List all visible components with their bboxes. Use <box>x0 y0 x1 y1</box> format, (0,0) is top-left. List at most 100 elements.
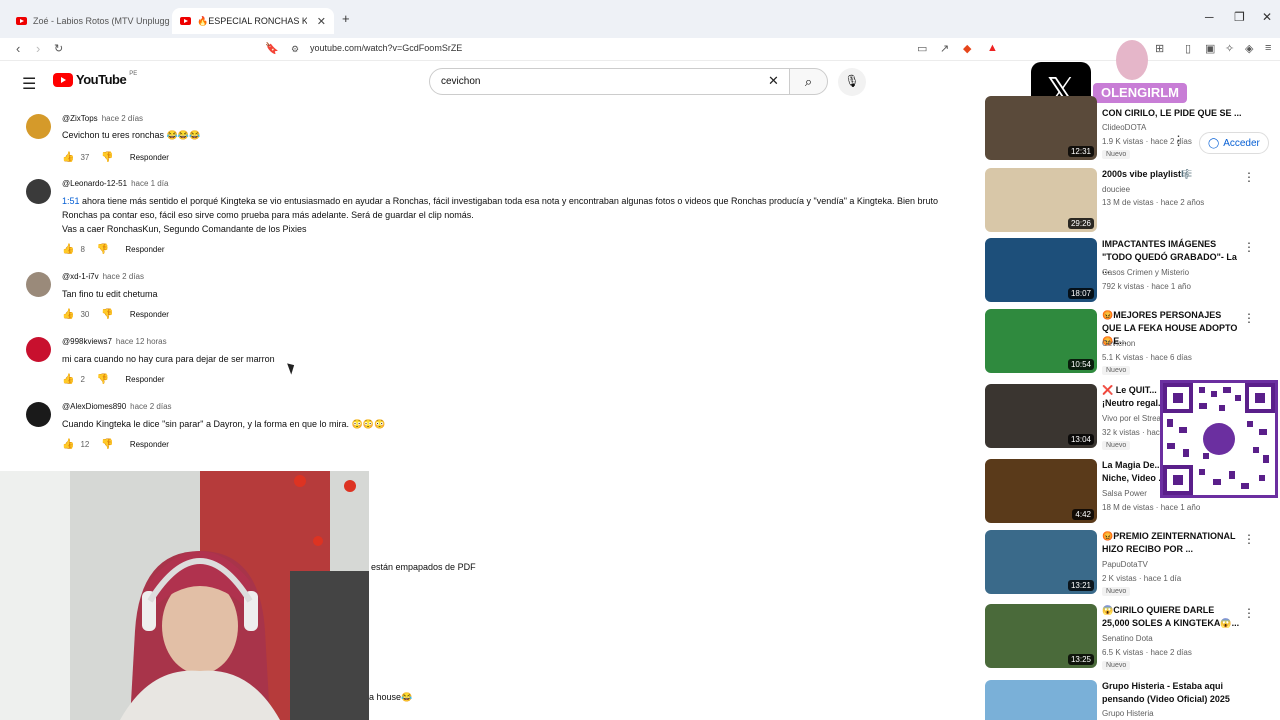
video-thumbnail[interactable]: 13:21 <box>985 530 1097 594</box>
comment-time[interactable]: hace 2 días <box>103 272 144 281</box>
comment-author[interactable]: @AlexDiomes890 <box>62 402 126 411</box>
avatar[interactable] <box>26 114 51 139</box>
video-thumbnail[interactable]: 29:26 <box>985 168 1097 232</box>
recommended-video[interactable]: 12:31 CON CIRILO, LE PIDE QUE SE ... Cli… <box>985 96 1265 162</box>
video-thumbnail[interactable]: 4:42 <box>985 459 1097 523</box>
restore-button[interactable]: ❐ <box>1234 10 1245 24</box>
like-count: 2 <box>80 375 85 384</box>
wallet-icon[interactable]: ▣ <box>1205 42 1215 55</box>
hamburger-menu-icon[interactable]: ☰ <box>22 74 36 94</box>
reply-button[interactable]: Responder <box>125 245 164 254</box>
video-channel[interactable]: ClideoDOTA <box>1102 123 1146 132</box>
reply-button[interactable]: Responder <box>125 375 164 384</box>
video-thumbnail[interactable]: 18:07 <box>985 238 1097 302</box>
video-channel[interactable]: Cevichon <box>1102 339 1135 348</box>
recommended-video[interactable]: 29:26 2000s vibe playlist🎼 douciee 13 M … <box>985 168 1265 234</box>
extensions-icon[interactable]: ⊞ <box>1155 42 1164 55</box>
more-actions-icon[interactable]: ⋮ <box>1243 311 1255 325</box>
dislike-icon[interactable]: 👎 <box>97 374 109 385</box>
recommended-video[interactable]: 10:54 😡MEJORES PERSONAJES QUE LA FEKA HO… <box>985 309 1265 375</box>
video-title[interactable]: 2000s vibe playlist🎼 <box>1102 168 1242 181</box>
new-tab-button[interactable]: + <box>342 11 350 26</box>
menu-icon[interactable]: ≡ <box>1265 42 1271 54</box>
search-button[interactable]: ⌕ <box>789 68 828 95</box>
video-thumbnail[interactable]: 10:54 <box>985 309 1097 373</box>
reply-button[interactable]: Responder <box>130 440 169 449</box>
video-title[interactable]: CON CIRILO, LE PIDE QUE SE ... <box>1102 107 1242 120</box>
comment-author[interactable]: @998kviews7 <box>62 337 112 346</box>
tab-labios-rotos[interactable]: Zoé - Labios Rotos (MTV Unplugged) <box>8 8 170 34</box>
tab-especial-ronchas[interactable]: 🔥ESPECIAL RONCHAS KUN🔥 ✕ <box>172 8 334 34</box>
video-channel[interactable]: Salsa Power <box>1102 489 1147 498</box>
dislike-icon[interactable]: 👎 <box>97 244 109 255</box>
dislike-icon[interactable]: 👎 <box>101 152 113 163</box>
back-icon[interactable]: ‹ <box>16 41 20 56</box>
bookmark-icon[interactable]: 🔖 <box>265 42 279 55</box>
comment-author[interactable]: @ZixTops <box>62 114 98 123</box>
video-title[interactable]: 😡PREMIO ZEINTERNATIONAL HIZO RECIBO POR … <box>1102 530 1242 556</box>
comment-time[interactable]: hace 12 horas <box>116 337 167 346</box>
timestamp-link[interactable]: 1:51 <box>62 196 80 206</box>
video-thumbnail[interactable]: 13:04 <box>985 384 1097 448</box>
comment-text: Tan fino tu edit chetuma <box>62 289 158 299</box>
like-icon[interactable]: 👍 <box>62 152 74 163</box>
forward-icon[interactable]: › <box>36 41 40 56</box>
video-channel[interactable]: douciee <box>1102 185 1130 194</box>
avatar[interactable] <box>26 272 51 297</box>
video-channel[interactable]: PapuDotaTV <box>1102 560 1148 569</box>
like-icon[interactable]: 👍 <box>62 374 74 385</box>
voice-search-button[interactable]: 🎙 <box>838 68 866 96</box>
leo-ai-icon[interactable]: ✧ <box>1225 42 1234 55</box>
comment-time[interactable]: hace 2 días <box>130 402 171 411</box>
close-window-button[interactable]: ✕ <box>1262 10 1272 24</box>
site-settings-icon[interactable]: ⚙ <box>291 44 299 55</box>
comment-author[interactable]: @Leonardo-12-51 <box>62 179 127 188</box>
new-badge: Nuevo <box>1102 441 1131 450</box>
minimize-button[interactable]: ─ <box>1205 10 1214 24</box>
dislike-icon[interactable]: 👎 <box>101 309 113 320</box>
reply-button[interactable]: Responder <box>130 310 169 319</box>
recommended-video[interactable]: 18:07 IMPACTANTES IMÁGENES "TODO QUEDÓ G… <box>985 238 1265 304</box>
url-field[interactable]: youtube.com/watch?v=GcdFoomSrZE <box>310 43 462 53</box>
more-actions-icon[interactable]: ⋮ <box>1243 532 1255 546</box>
rewards-icon[interactable]: ▲ <box>987 42 998 54</box>
like-icon[interactable]: 👍 <box>62 439 74 450</box>
sidebar-icon[interactable]: ▯ <box>1185 42 1191 55</box>
video-channel[interactable]: Senatino Dota <box>1102 634 1153 643</box>
recommended-video[interactable]: 13:25 😱CIRILO QUIERE DARLE 25,000 SOLES … <box>985 604 1265 670</box>
brave-shield-icon[interactable]: ◆ <box>963 42 971 55</box>
qr-code-icon <box>1163 383 1275 495</box>
avatar[interactable] <box>26 179 51 204</box>
video-channel[interactable]: Grupo Histeria <box>1102 709 1154 718</box>
screen-cast-icon[interactable]: ▭ <box>917 42 927 55</box>
more-actions-icon[interactable]: ⋮ <box>1243 240 1255 254</box>
dislike-icon[interactable]: 👎 <box>101 439 113 450</box>
comment-time[interactable]: hace 1 día <box>131 179 168 188</box>
close-tab-icon[interactable]: ✕ <box>311 15 326 28</box>
reply-button[interactable]: Responder <box>130 153 169 162</box>
video-title[interactable]: 😱CIRILO QUIERE DARLE 25,000 SOLES A KING… <box>1102 604 1242 630</box>
video-thumbnail[interactable] <box>985 680 1097 720</box>
recommended-video[interactable]: Grupo Histeria - Estaba aqui pensando (V… <box>985 680 1265 720</box>
share-icon[interactable]: ↗ <box>940 42 949 55</box>
search-input[interactable]: cevichon <box>429 68 790 95</box>
clear-search-icon[interactable]: ✕ <box>768 73 779 89</box>
video-channel[interactable]: Vivo por el Strea... <box>1102 414 1168 423</box>
reload-icon[interactable]: ↻ <box>54 42 63 55</box>
more-actions-icon[interactable]: ⋮ <box>1243 170 1255 184</box>
youtube-logo[interactable]: YouTube PE <box>53 71 137 87</box>
more-actions-icon[interactable]: ⋮ <box>1243 606 1255 620</box>
vpn-icon[interactable]: ◈ <box>1245 42 1253 55</box>
comment-item: @xd-1-i7v hace 2 días Tan fino tu edit ch… <box>26 272 966 322</box>
comment-author[interactable]: @xd-1-i7v <box>62 272 99 281</box>
video-channel[interactable]: Casos Crimen y Misterio <box>1102 268 1189 277</box>
like-icon[interactable]: 👍 <box>62 244 74 255</box>
video-title[interactable]: Grupo Histeria - Estaba aqui pensando (V… <box>1102 680 1242 706</box>
recommended-video[interactable]: 13:21 😡PREMIO ZEINTERNATIONAL HIZO RECIB… <box>985 530 1265 596</box>
avatar[interactable] <box>26 337 51 362</box>
video-thumbnail[interactable]: 12:31 <box>985 96 1097 160</box>
avatar[interactable] <box>26 402 51 427</box>
like-icon[interactable]: 👍 <box>62 309 74 320</box>
video-thumbnail[interactable]: 13:25 <box>985 604 1097 668</box>
comment-time[interactable]: hace 2 días <box>102 114 143 123</box>
